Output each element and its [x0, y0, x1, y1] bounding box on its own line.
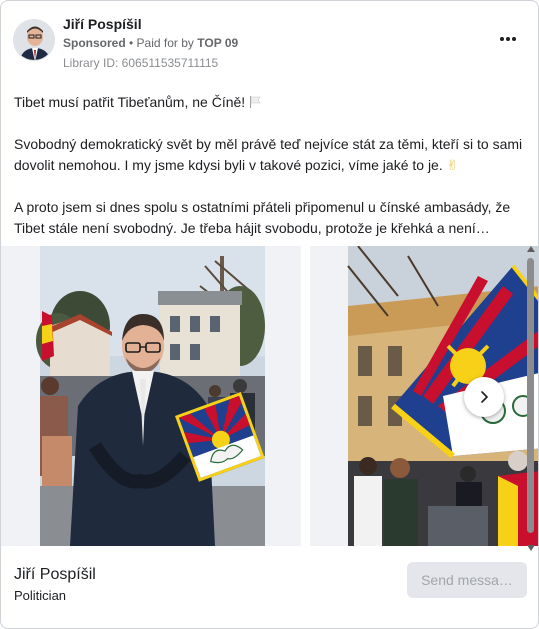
sponsored-line: Sponsored • Paid for by TOP 09 — [63, 36, 238, 50]
paid-for-prefix: Paid for by — [136, 36, 198, 50]
body-line-2: Svobodný demokratický svět by měl právě … — [14, 134, 526, 176]
ad-body-text: Tibet musí patřit Tibeťanům, ne Číně! Sv… — [14, 92, 526, 239]
scrollbar-thumb[interactable] — [527, 258, 534, 533]
ad-card: Jiří Pospíšil Sponsored • Paid for by TO… — [0, 0, 539, 629]
avatar-image — [14, 20, 54, 60]
scroll-up-arrow-icon[interactable] — [527, 246, 535, 252]
carousel-slide-2[interactable] — [310, 246, 538, 546]
ad-header: Jiří Pospíšil Sponsored • Paid for by TO… — [13, 13, 526, 73]
body-line-1: Tibet musí patřit Tibeťanům, ne Číně! — [14, 92, 526, 113]
payer-name: TOP 09 — [197, 36, 239, 50]
footer-page-name[interactable]: Jiří Pospíšil — [14, 566, 96, 584]
avatar[interactable] — [13, 19, 55, 61]
page-name[interactable]: Jiří Pospíšil — [63, 16, 142, 32]
victory-hand-icon: ✌ — [446, 157, 459, 173]
white-flag-icon — [250, 96, 261, 108]
body-line-3: A proto jsem si dnes spolu s ostatními p… — [14, 199, 511, 236]
chevron-right-icon — [481, 391, 488, 403]
sponsored-label: Sponsored — [63, 36, 126, 50]
carousel-slide-1[interactable] — [1, 246, 301, 546]
more-horizontal-icon — [499, 37, 517, 41]
scroll-down-arrow-icon[interactable] — [527, 545, 535, 551]
send-message-button[interactable]: Send messa… — [407, 562, 527, 598]
more-options-button[interactable] — [496, 29, 520, 49]
library-id: Library ID: 606511535711115 — [63, 56, 219, 70]
body-line-1-text: Tibet musí patřit Tibeťanům, ne Číně! — [14, 94, 246, 110]
carousel-next-button[interactable] — [464, 377, 504, 417]
footer-category: Politician — [14, 588, 67, 603]
scrollbar[interactable] — [526, 246, 536, 551]
image-carousel[interactable] — [1, 246, 538, 546]
ad-footer: Jiří Pospíšil Politician Send messa… — [1, 557, 538, 617]
separator: • — [125, 36, 137, 50]
photo-tibetan-flag-crowd — [310, 246, 538, 546]
photo-man-with-flag — [1, 246, 301, 546]
